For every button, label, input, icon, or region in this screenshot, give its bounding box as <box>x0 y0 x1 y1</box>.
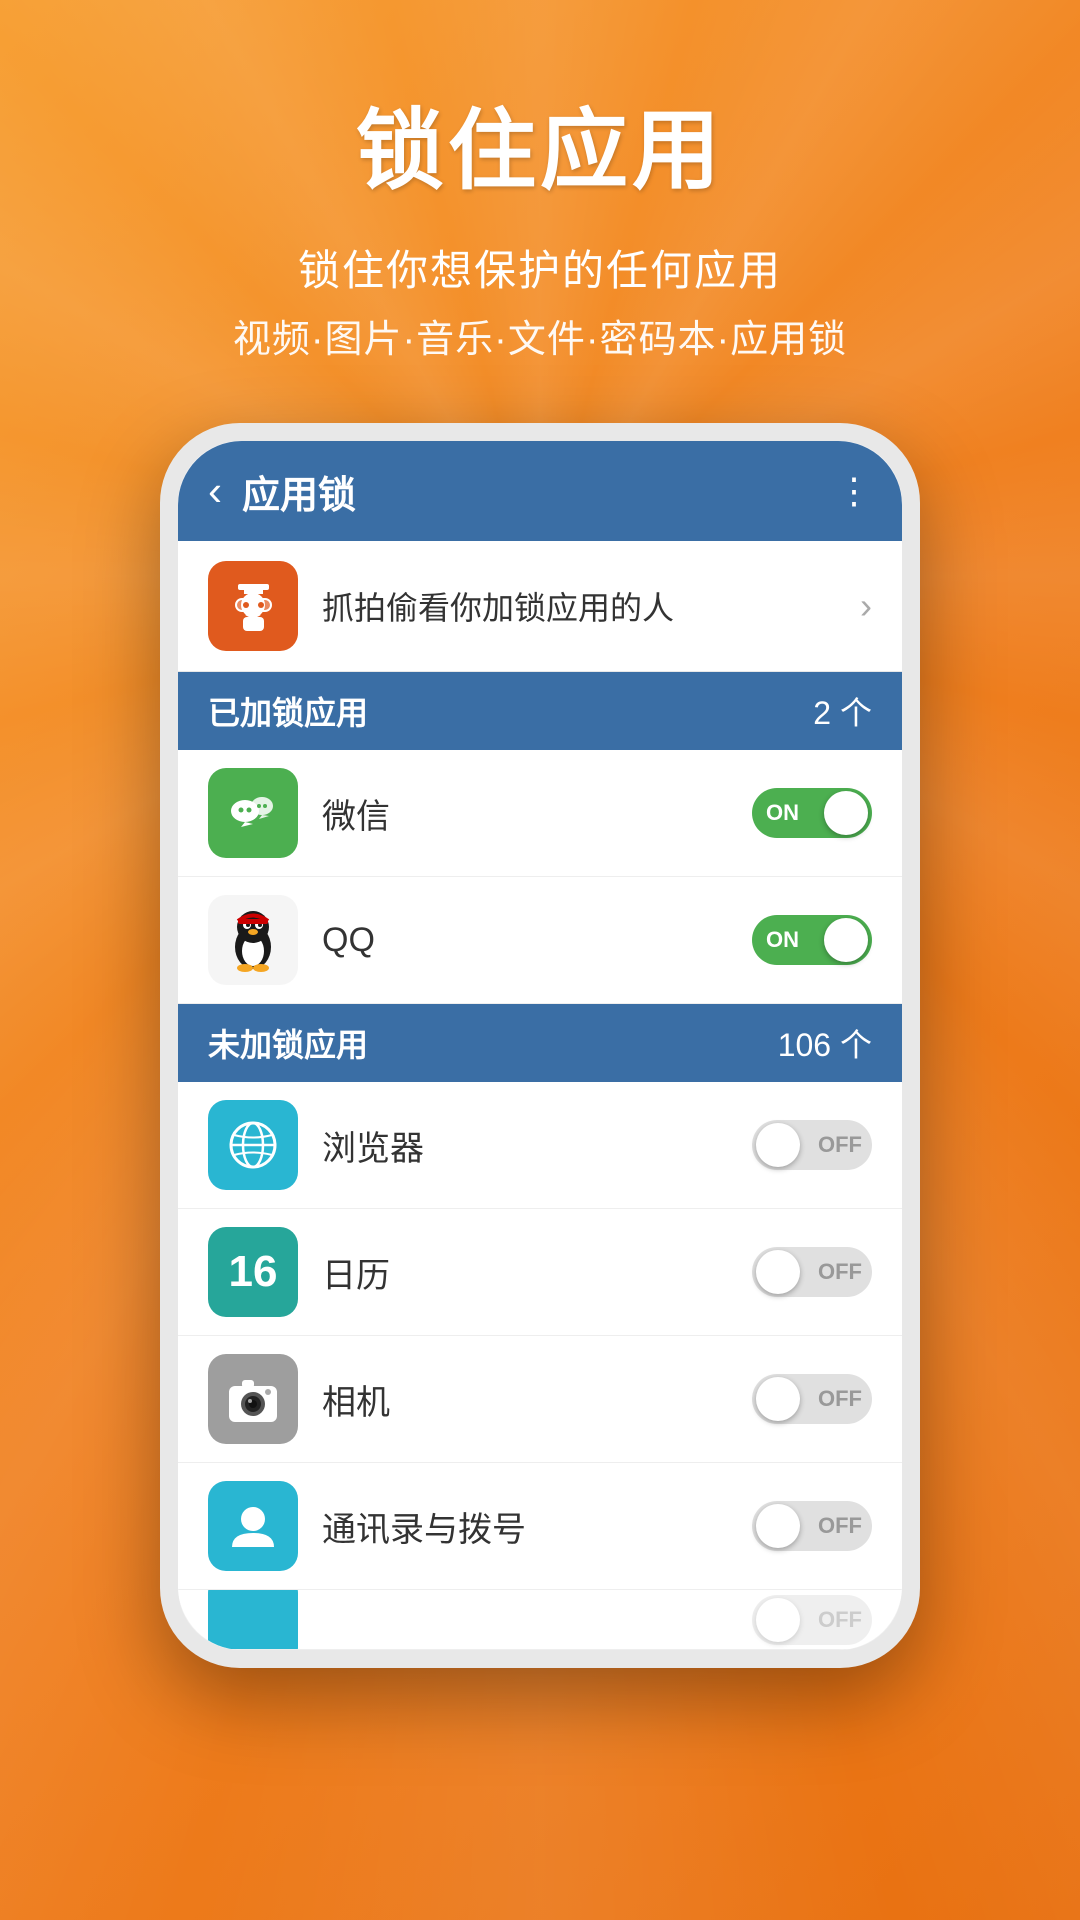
app-row-camera: 相机 OFF <box>178 1336 902 1463</box>
spy-icon <box>208 561 298 651</box>
header-subtitle1: 锁住你想保护的任何应用 <box>40 237 1040 298</box>
calendar-name: 日历 <box>322 1248 752 1297</box>
main-wrapper: 锁住应用 锁住你想保护的任何应用 视频·图片·音乐·文件·密码本·应用锁 ‹ 应… <box>0 0 1080 1920</box>
app-row-browser: 浏览器 OFF <box>178 1082 902 1209</box>
calendar-toggle[interactable]: OFF <box>752 1247 872 1297</box>
contacts-icon <box>208 1481 298 1571</box>
header-section: 锁住应用 锁住你想保护的任何应用 视频·图片·音乐·文件·密码本·应用锁 <box>0 0 1080 423</box>
camera-name: 相机 <box>322 1375 752 1424</box>
partial-toggle-label: OFF <box>818 1607 862 1633</box>
qq-toggle[interactable]: ON <box>752 915 872 965</box>
qq-name: QQ <box>322 921 752 960</box>
browser-toggle-label: OFF <box>818 1132 862 1158</box>
wechat-toggle-label: ON <box>766 800 799 826</box>
unlocked-section-label: 未加锁应用 <box>208 1020 368 1066</box>
partial-bottom-row: OFF <box>178 1590 902 1650</box>
unlocked-section-count: 106 个 <box>778 1020 872 1066</box>
partial-toggle[interactable]: OFF <box>752 1595 872 1645</box>
qq-toggle-label: ON <box>766 927 799 953</box>
wechat-icon <box>208 768 298 858</box>
wechat-toggle[interactable]: ON <box>752 788 872 838</box>
browser-name: 浏览器 <box>322 1121 752 1170</box>
contacts-toggle-knob <box>756 1504 800 1548</box>
header-subtitle2: 视频·图片·音乐·文件·密码本·应用锁 <box>40 308 1040 363</box>
spy-text: 抓拍偷看你加锁应用的人 <box>322 583 860 629</box>
camera-toggle[interactable]: OFF <box>752 1374 872 1424</box>
unlocked-section-header: 未加锁应用 106 个 <box>178 1004 902 1082</box>
spy-row[interactable]: 抓拍偷看你加锁应用的人 › <box>178 541 902 672</box>
partial-toggle-knob <box>756 1598 800 1642</box>
phone-mockup: ‹ 应用锁 ⋮ <box>160 423 920 1668</box>
qq-toggle-knob <box>824 918 868 962</box>
spy-chevron: › <box>860 585 872 627</box>
browser-toggle[interactable]: OFF <box>752 1120 872 1170</box>
contacts-toggle-label: OFF <box>818 1513 862 1539</box>
wechat-toggle-knob <box>824 791 868 835</box>
partial-icon <box>208 1590 298 1650</box>
menu-button[interactable]: ⋮ <box>836 470 872 512</box>
calendar-toggle-label: OFF <box>818 1259 862 1285</box>
browser-icon <box>208 1100 298 1190</box>
app-row-wechat: 微信 ON <box>178 750 902 877</box>
camera-icon <box>208 1354 298 1444</box>
locked-section-label: 已加锁应用 <box>208 688 368 734</box>
app-header-bar: ‹ 应用锁 ⋮ <box>178 441 902 541</box>
calendar-icon: 16 <box>208 1227 298 1317</box>
camera-toggle-knob <box>756 1377 800 1421</box>
qq-icon <box>208 895 298 985</box>
wechat-name: 微信 <box>322 789 752 838</box>
contacts-toggle[interactable]: OFF <box>752 1501 872 1551</box>
browser-toggle-knob <box>756 1123 800 1167</box>
phone-screen: ‹ 应用锁 ⋮ <box>178 441 902 1650</box>
locked-section-header: 已加锁应用 2 个 <box>178 672 902 750</box>
app-bar-title: 应用锁 <box>242 464 836 519</box>
header-title: 锁住应用 <box>40 80 1040 207</box>
app-row-calendar: 16 日历 OFF <box>178 1209 902 1336</box>
calendar-toggle-knob <box>756 1250 800 1294</box>
locked-section-count: 2 个 <box>813 688 872 734</box>
app-row-contacts: 通讯录与拨号 OFF <box>178 1463 902 1590</box>
contacts-name: 通讯录与拨号 <box>322 1502 752 1551</box>
app-row-qq: QQ ON <box>178 877 902 1004</box>
back-button[interactable]: ‹ <box>208 467 222 515</box>
camera-toggle-label: OFF <box>818 1386 862 1412</box>
